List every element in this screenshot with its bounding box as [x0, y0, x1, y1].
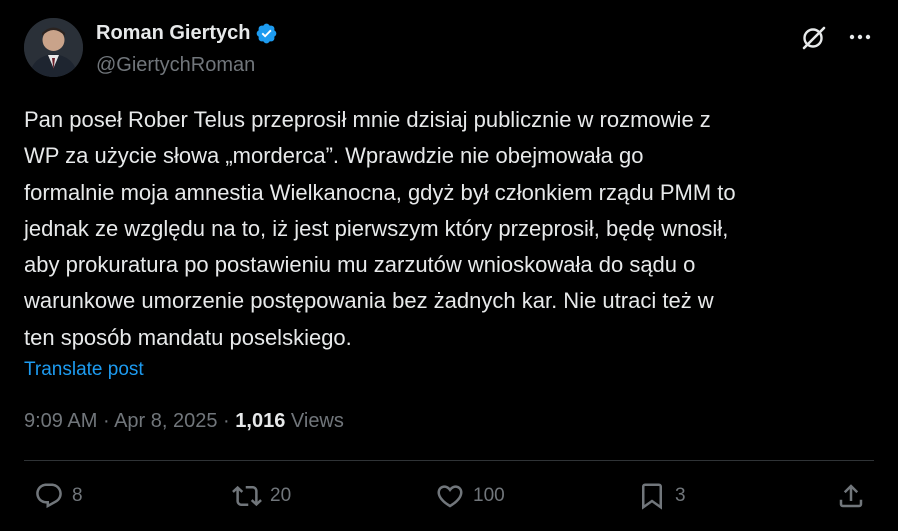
- reply-count: 8: [72, 485, 83, 506]
- share-icon: [839, 484, 863, 508]
- post-text: Pan poseł Rober Telus przeprosił mnie dz…: [24, 107, 736, 350]
- like-button[interactable]: 100: [435, 480, 505, 512]
- meta-separator: ·: [97, 410, 115, 432]
- translate-post-link[interactable]: Translate post: [24, 358, 144, 382]
- author-name-row: Roman Giertych: [96, 20, 278, 46]
- meta-separator: ·: [217, 410, 236, 432]
- bookmark-button[interactable]: 3: [637, 480, 686, 512]
- divider: [24, 460, 874, 461]
- repost-button[interactable]: 20: [232, 480, 291, 512]
- repost-count: 20: [270, 485, 292, 506]
- reply-icon: [36, 483, 62, 509]
- grok-icon: [802, 26, 826, 50]
- avatar[interactable]: [24, 18, 83, 77]
- bookmark-icon: [642, 483, 662, 510]
- more-icon: [849, 34, 871, 40]
- heart-icon: [437, 485, 463, 508]
- like-count: 100: [473, 485, 505, 506]
- share-button[interactable]: [836, 480, 866, 512]
- verified-badge-icon: [255, 22, 278, 45]
- reply-button[interactable]: 8: [34, 480, 83, 512]
- repost-icon: [232, 485, 262, 507]
- views-label: Views: [290, 410, 344, 432]
- bookmark-count: 3: [675, 485, 686, 506]
- post: Roman Giertych @GiertychRoman Pan poseł …: [0, 0, 898, 531]
- post-date[interactable]: Apr 8, 2025: [114, 410, 217, 432]
- post-meta: 9:09 AM · Apr 8, 2025 · 1,016 Views: [24, 408, 344, 434]
- post-time[interactable]: 9:09 AM: [24, 410, 97, 432]
- author-handle[interactable]: @GiertychRoman: [96, 52, 255, 78]
- author-display-name[interactable]: Roman Giertych: [96, 20, 250, 46]
- grok-button[interactable]: [800, 24, 828, 52]
- more-options-button[interactable]: [846, 27, 874, 47]
- views-count: 1,016: [235, 410, 286, 432]
